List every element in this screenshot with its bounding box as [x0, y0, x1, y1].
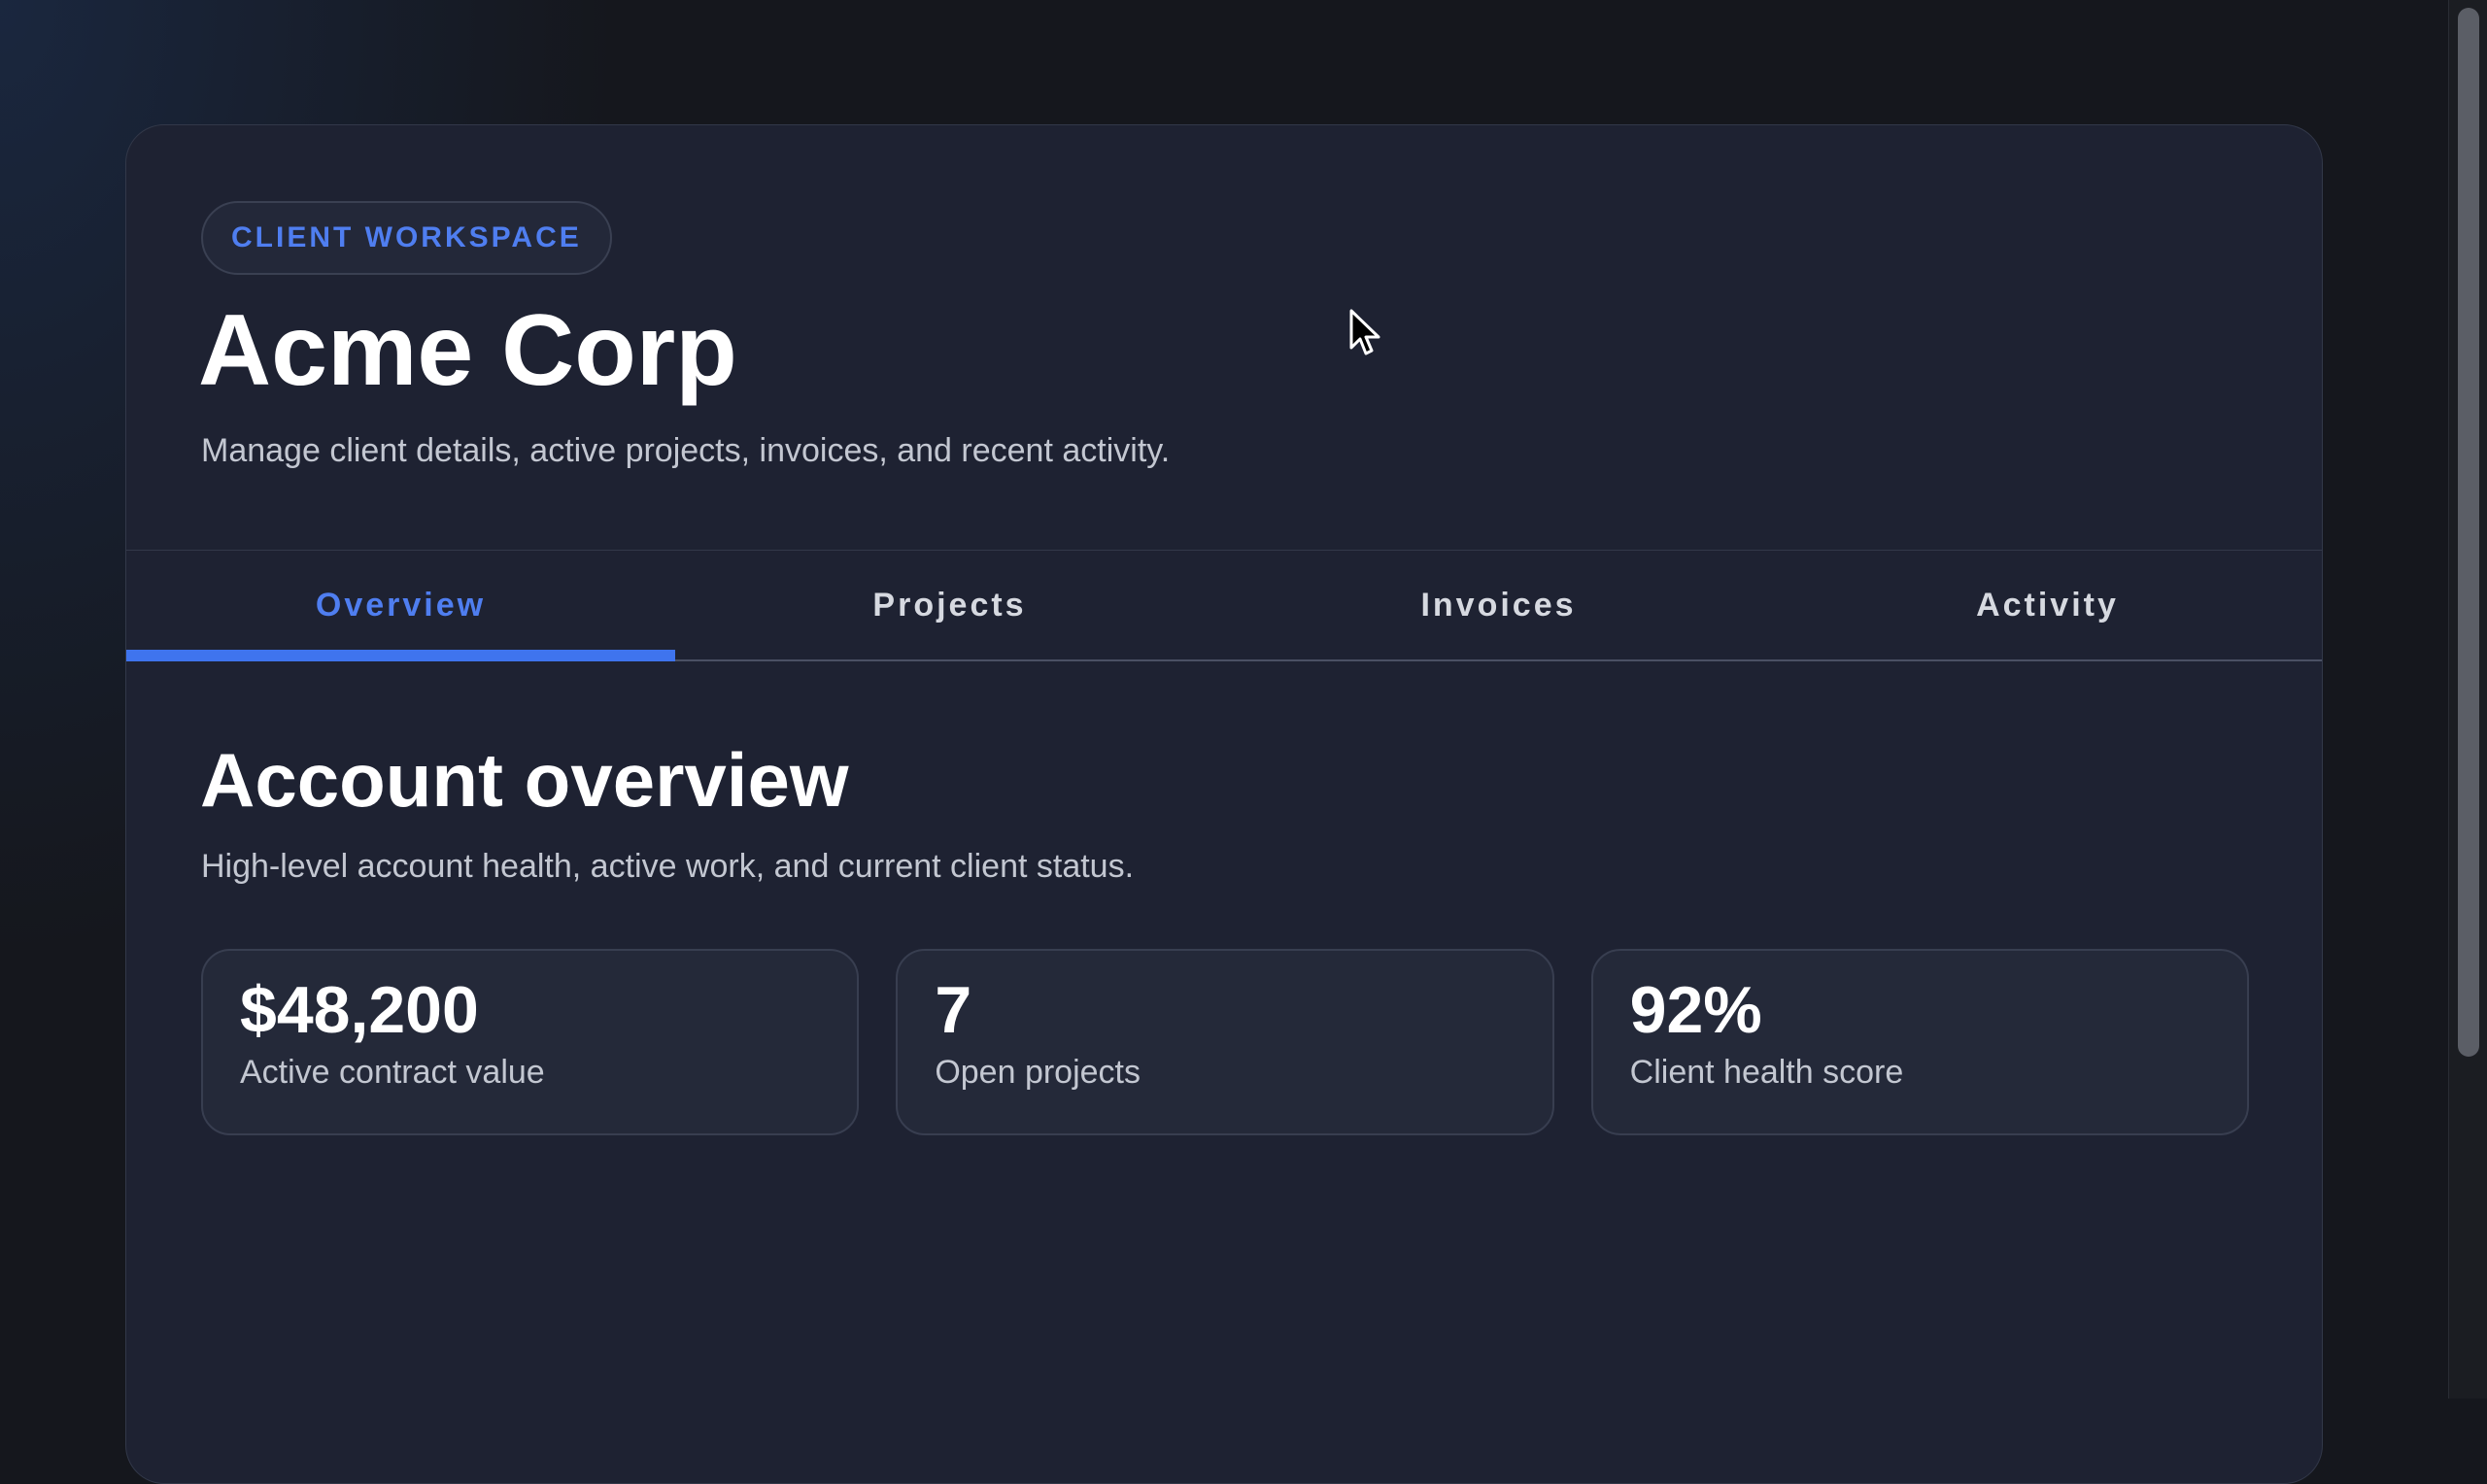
page-title: Acme Corp: [198, 294, 737, 407]
tab-projects[interactable]: Projects: [675, 551, 1224, 659]
vertical-scrollbar[interactable]: [2448, 0, 2487, 1399]
stat-value: $48,200: [240, 973, 479, 1047]
tab-overview[interactable]: Overview: [126, 551, 675, 661]
page-subtitle: Manage client details, active projects, …: [201, 432, 1171, 469]
stat-label: Active contract value: [240, 1053, 545, 1091]
section-title: Account overview: [200, 737, 849, 823]
stat-card-open-projects: 7 Open projects: [896, 949, 1554, 1135]
section-subtitle: High-level account health, active work, …: [201, 848, 1135, 885]
stat-card-health-score: 92% Client health score: [1590, 949, 2249, 1135]
mouse-pointer-icon: [1349, 309, 1380, 355]
tab-invoices[interactable]: Invoices: [1224, 551, 1773, 659]
stat-label: Client health score: [1629, 1053, 1904, 1091]
stat-value: 7: [935, 973, 972, 1047]
tab-bar: Overview Projects Invoices Activity: [126, 550, 2322, 661]
client-workspace-card: CLIENT WORKSPACE Acme Corp Manage client…: [125, 124, 2323, 1484]
client-workspace-badge: CLIENT WORKSPACE: [201, 201, 612, 275]
stat-card-contract-value: $48,200 Active contract value: [201, 949, 860, 1135]
stats-row: $48,200 Active contract value 7 Open pro…: [201, 949, 2249, 1135]
stat-value: 92%: [1629, 973, 1762, 1047]
tab-activity[interactable]: Activity: [1773, 551, 2322, 659]
scrollbar-thumb[interactable]: [2458, 8, 2479, 1057]
stat-label: Open projects: [935, 1053, 1141, 1091]
